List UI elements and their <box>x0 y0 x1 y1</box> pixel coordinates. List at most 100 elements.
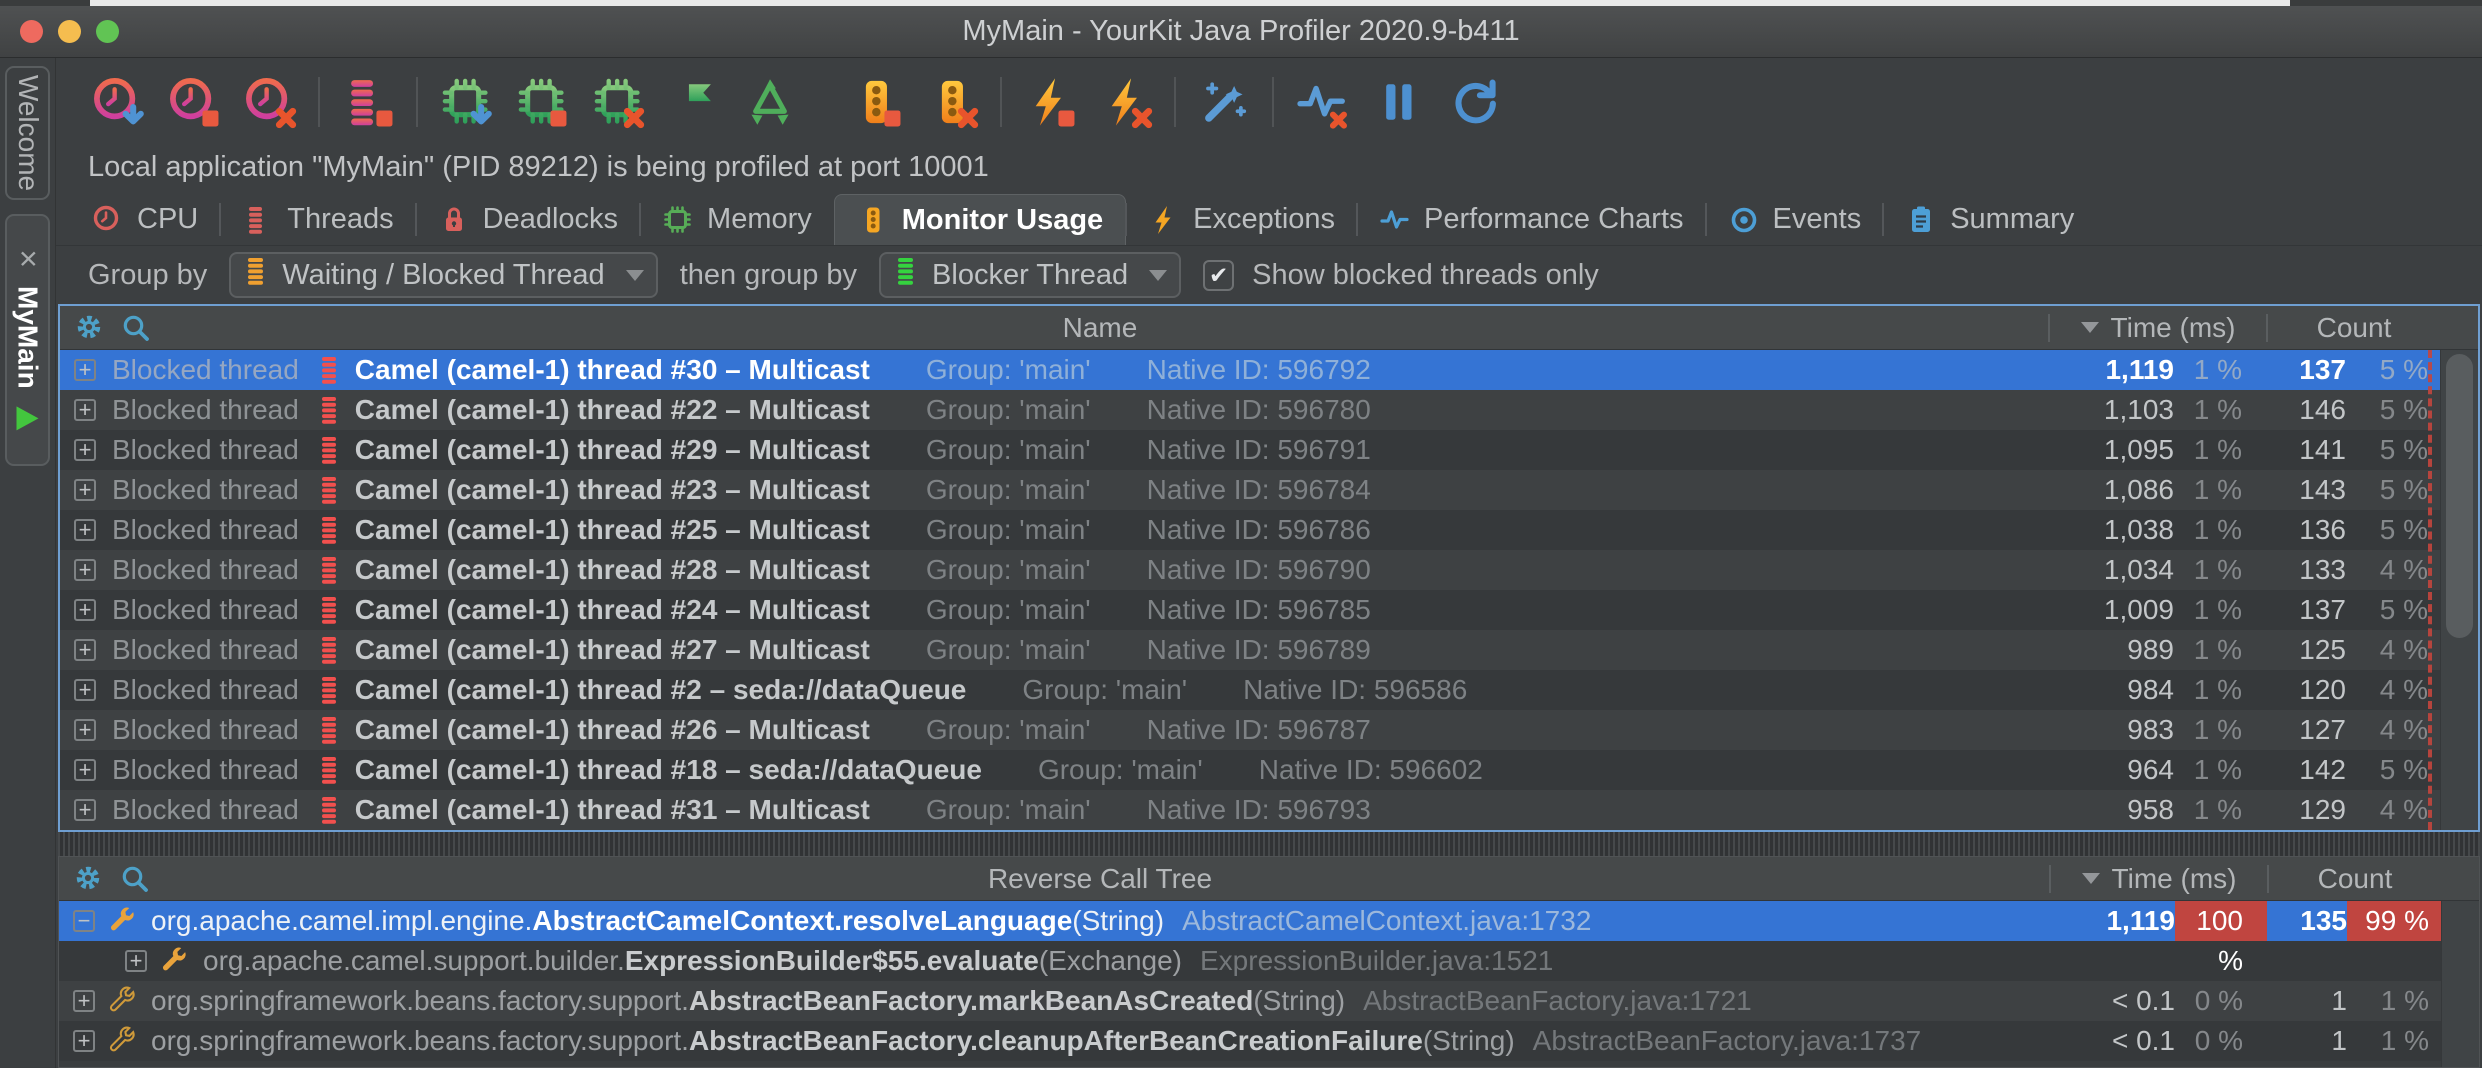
group-by-dropdown[interactable]: Waiting / Blocked Thread <box>229 252 657 298</box>
thread-row[interactable]: +Blocked threadCamel (camel-1) thread #2… <box>60 710 2478 750</box>
blocked-thread-icon <box>317 754 341 786</box>
expand-toggle[interactable]: + <box>125 950 147 972</box>
sidebar-tab-mymain[interactable]: × MyMain <box>5 214 50 466</box>
column-header-name[interactable]: Name <box>152 312 2048 344</box>
tab-summary[interactable]: Summary <box>1883 194 2096 245</box>
expand-toggle[interactable]: + <box>74 599 96 621</box>
expand-toggle[interactable]: − <box>73 910 95 932</box>
expand-toggle[interactable]: + <box>73 1030 95 1052</box>
tab-threads[interactable]: Threads <box>220 194 415 245</box>
minimize-button[interactable] <box>58 20 81 43</box>
thread-native-id: Native ID: 596784 <box>1147 470 1371 510</box>
thread-kind-label: Blocked thread <box>112 550 299 590</box>
thread-kind-label: Blocked thread <box>112 790 299 830</box>
monitor-stop-icon[interactable] <box>846 72 906 132</box>
vertical-scrollbar[interactable] <box>2440 350 2478 830</box>
thread-row[interactable]: +Blocked threadCamel (camel-1) thread #2… <box>60 470 2478 510</box>
thread-row[interactable]: +Blocked threadCamel (camel-1) thread #2… <box>60 430 2478 470</box>
tab-events[interactable]: Events <box>1706 194 1884 245</box>
column-header-count[interactable]: Count <box>2269 863 2441 895</box>
thread-row[interactable]: +Blocked threadCamel (camel-1) thread #1… <box>60 750 2478 790</box>
expand-toggle[interactable]: + <box>74 359 96 381</box>
expand-toggle[interactable]: + <box>73 990 95 1012</box>
thread-row-name-cell: +Blocked threadCamel (camel-1) thread #3… <box>60 350 2048 390</box>
flag-icon[interactable] <box>664 72 724 132</box>
time-value: < 0.1 <box>2049 981 2175 1021</box>
expand-toggle[interactable]: + <box>74 399 96 421</box>
thread-row[interactable]: +Blocked threadCamel (camel-1) thread #3… <box>60 350 2478 390</box>
monitor-clear-icon[interactable] <box>922 72 982 132</box>
call-tree-row[interactable]: +org.springframework.beans.factory.suppo… <box>59 981 2479 1021</box>
column-header-count[interactable]: Count <box>2268 312 2440 344</box>
tab-deadlocks[interactable]: Deadlocks <box>416 194 640 245</box>
show-blocked-only-checkbox[interactable]: ✔ <box>1203 260 1234 291</box>
thread-row[interactable]: + Blocked thread Camel (camel-1) thread #2… <box>60 550 2478 590</box>
telemetry-clear-icon[interactable] <box>1292 72 1352 132</box>
memory-stop-icon[interactable] <box>512 72 572 132</box>
memory-clear-icon[interactable] <box>588 72 648 132</box>
thread-row[interactable]: +Blocked threadCamel (camel-1) thread #2… <box>60 670 2478 710</box>
expand-toggle[interactable]: + <box>74 679 96 701</box>
refresh-icon[interactable] <box>1444 72 1504 132</box>
thread-row[interactable]: +Blocked threadCamel (camel-1) thread #2… <box>60 590 2478 630</box>
thread-group: Group: 'main' <box>1038 750 1203 790</box>
thread-row[interactable]: +Blocked threadCamel (camel-1) thread #2… <box>60 630 2478 670</box>
exception-clear-icon[interactable] <box>1096 72 1156 132</box>
search-icon[interactable] <box>119 863 151 895</box>
expand-toggle[interactable]: + <box>74 559 96 581</box>
sidebar-tab-welcome[interactable]: Welcome <box>5 66 50 200</box>
gear-icon[interactable] <box>73 863 105 895</box>
expand-toggle[interactable]: + <box>74 519 96 541</box>
expand-toggle[interactable]: + <box>74 479 96 501</box>
cpu-clear-icon[interactable] <box>240 72 300 132</box>
zoom-button[interactable] <box>96 20 119 43</box>
expand-toggle[interactable]: + <box>74 719 96 741</box>
count-percent: 1 % <box>2347 981 2441 1021</box>
force-gc-icon[interactable] <box>740 72 800 132</box>
tab-performance-charts[interactable]: Performance Charts <box>1357 194 1706 245</box>
vertical-scrollbar[interactable] <box>2441 901 2479 1067</box>
blocked-thread-icon <box>317 434 341 466</box>
scrollbar-thumb[interactable] <box>2446 354 2473 638</box>
expand-toggle[interactable]: + <box>74 759 96 781</box>
cpu-stop-icon[interactable] <box>164 72 224 132</box>
call-tree-body: −org.apache.camel.impl.engine.AbstractCa… <box>59 901 2479 1067</box>
expand-toggle[interactable]: + <box>74 439 96 461</box>
count-value: 129 <box>2266 790 2346 830</box>
tab-monitor-usage[interactable]: Monitor Usage <box>834 194 1126 245</box>
expand-toggle[interactable]: + <box>74 799 96 821</box>
close-session-icon[interactable]: × <box>9 249 46 268</box>
gear-icon[interactable] <box>74 312 106 344</box>
count-percent: 1 % <box>2347 1021 2441 1061</box>
search-icon[interactable] <box>120 312 152 344</box>
expand-toggle[interactable]: + <box>74 639 96 661</box>
chevron-down-icon <box>626 270 644 281</box>
thread-row-name-cell: +Blocked threadCamel (camel-1) thread #2… <box>60 430 2048 470</box>
inspections-wand-icon[interactable] <box>1194 72 1254 132</box>
panel-splitter[interactable] <box>58 832 2480 856</box>
pause-icon[interactable] <box>1368 72 1428 132</box>
tab-cpu[interactable]: CPU <box>70 194 220 245</box>
cpu-capture-icon[interactable] <box>88 72 148 132</box>
thread-group: Group: 'main' <box>926 710 1091 750</box>
count-percent: 5 % <box>2346 430 2440 470</box>
thread-row[interactable]: +Blocked threadCamel (camel-1) thread #2… <box>60 390 2478 430</box>
tab-exceptions[interactable]: Exceptions <box>1126 194 1357 245</box>
close-button[interactable] <box>20 20 43 43</box>
count-percent: 5 % <box>2346 750 2440 790</box>
thread-native-id: Native ID: 596785 <box>1147 590 1371 630</box>
column-header-time[interactable]: Time (ms) <box>2050 312 2266 344</box>
exception-stop-icon[interactable] <box>1020 72 1080 132</box>
memory-capture-icon[interactable] <box>436 72 496 132</box>
thread-row[interactable]: +Blocked threadCamel (camel-1) thread #3… <box>60 790 2478 830</box>
call-tree-row[interactable]: −org.apache.camel.impl.engine.AbstractCa… <box>59 901 2479 941</box>
thread-row[interactable]: +Blocked threadCamel (camel-1) thread #2… <box>60 510 2478 550</box>
tab-memory[interactable]: Memory <box>640 194 834 245</box>
then-group-by-dropdown[interactable]: Blocker Thread <box>879 252 1181 298</box>
call-tree-row[interactable]: +org.springframework.beans.factory.suppo… <box>59 1021 2479 1061</box>
thread-name: Camel (camel-1) thread #28 – Multicast <box>355 550 870 590</box>
thread-name: Camel (camel-1) thread #29 – Multicast <box>355 430 870 470</box>
column-header-time[interactable]: Time (ms) <box>2051 863 2267 895</box>
thread-dump-icon[interactable] <box>338 72 398 132</box>
call-tree-row[interactable]: +org.apache.camel.support.builder.Expres… <box>59 941 2479 981</box>
